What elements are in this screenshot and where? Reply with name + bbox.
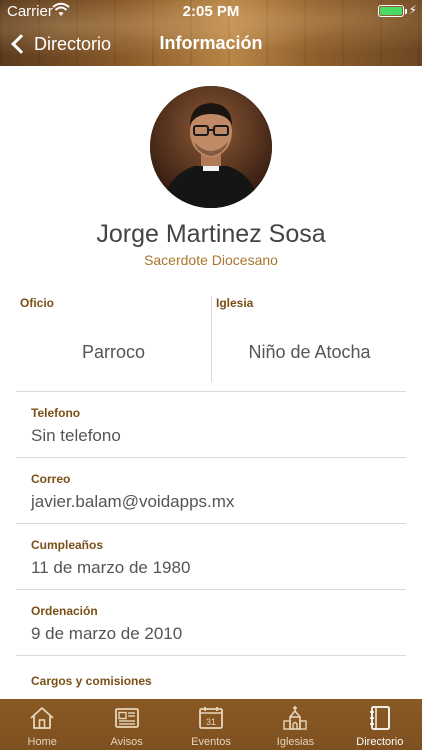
tab-directorio[interactable]: Directorio [338, 699, 422, 750]
calendar-icon: 31 [199, 707, 223, 729]
oficio-label: Oficio [20, 296, 55, 310]
cumpleanos-row: Cumpleaños 11 de marzo de 1980 [16, 524, 406, 590]
profile-role: Sacerdote Diocesano [144, 252, 278, 268]
address-book-icon [369, 706, 390, 730]
oficio-iglesia-section: Oficio Parroco Iglesia Niño de Atocha [16, 290, 406, 392]
tab-eventos-label: Eventos [191, 736, 231, 748]
iglesia-column[interactable]: Iglesia Niño de Atocha [212, 290, 407, 391]
charging-bolt-icon: ⚡ [408, 3, 417, 17]
tab-iglesias[interactable]: Iglesias [253, 699, 337, 750]
profile-name: Jorge Martinez Sosa [96, 220, 326, 248]
profile-avatar [150, 86, 272, 208]
correo-value[interactable]: javier.balam@voidapps.mx [31, 492, 234, 512]
tab-home-label: Home [27, 736, 57, 748]
iglesia-label: Iglesia [216, 296, 254, 310]
status-bar: Carrier 2:05 PM ⚡ [0, 0, 422, 22]
church-icon [283, 706, 308, 730]
tab-home[interactable]: Home [0, 699, 84, 750]
tab-bar: Home Avisos 31 Eventos Iglesias Director… [0, 699, 422, 750]
cumpleanos-value: 11 de marzo de 1980 [31, 558, 191, 577]
newspaper-icon [114, 708, 139, 728]
status-time: 2:05 PM [182, 3, 240, 20]
screen: Carrier 2:05 PM ⚡ Directorio Información [0, 0, 422, 750]
oficio-column: Oficio Parroco [16, 290, 211, 391]
ordenacion-value: 9 de marzo de 2010 [31, 624, 183, 643]
page-title: Información [159, 33, 263, 53]
tab-avisos-label: Avisos [110, 736, 143, 748]
battery-icon [378, 5, 407, 17]
tab-eventos[interactable]: 31 Eventos [169, 699, 253, 750]
calendar-day-number: 31 [206, 717, 216, 727]
tab-directorio-label: Directorio [356, 736, 404, 748]
home-icon [30, 707, 54, 729]
tab-iglesias-label: Iglesias [276, 736, 315, 748]
iglesia-value[interactable]: Niño de Atocha [212, 342, 407, 363]
cumpleanos-label: Cumpleaños [31, 538, 104, 552]
navigation-header: Carrier 2:05 PM ⚡ Directorio Información [0, 0, 422, 66]
telefono-label: Telefono [31, 406, 81, 420]
ordenacion-row: Ordenación 9 de marzo de 2010 [16, 590, 406, 656]
tab-avisos[interactable]: Avisos [84, 699, 168, 750]
cargos-label: Cargos y comisiones [31, 674, 152, 688]
telefono-value: Sin telefono [31, 426, 121, 445]
correo-label: Correo [31, 472, 71, 486]
oficio-value: Parroco [81, 342, 146, 362]
ordenacion-label: Ordenación [31, 604, 98, 618]
cargos-row: Cargos y comisiones [16, 656, 406, 699]
correo-row[interactable]: Correo javier.balam@voidapps.mx [16, 458, 406, 524]
telefono-row[interactable]: Telefono Sin telefono [16, 392, 406, 458]
